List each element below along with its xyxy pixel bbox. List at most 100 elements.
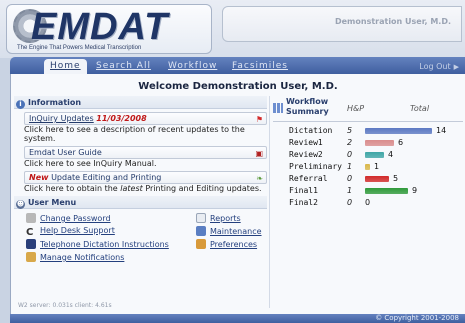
people-icon [26,252,36,262]
monitor-icon [196,226,206,236]
workflow-queue-name: Referral [289,174,328,183]
workflow-row[interactable]: Dictation 5 14 [270,125,465,137]
desc-text-post: Printing and Editing updates. [142,184,262,193]
desc-text-pre: Click here to obtain the [24,184,121,193]
home-panel: Welcome Demonstration User, M.D. i Inform… [10,74,465,314]
inquiry-updates-date: 11/03/2008 [96,114,147,123]
workflow-total-count: 6 [398,138,404,147]
users-icon: ☻ [16,200,25,209]
workflow-queue-name: Dictation [289,126,333,135]
workflow-hp-count: 0 [347,198,353,207]
workflow-total-count: 1 [374,162,380,171]
user-guide-description: Click here to see InQuiry Manual. [24,159,157,168]
user-box: Demonstration User, M.D. [222,6,462,42]
help-desk-link[interactable]: C Help Desk Support [26,226,115,238]
workflow-divider [273,121,463,122]
editing-update-link[interactable]: New Update Editing and Printing ❧ [24,171,267,184]
reports-link[interactable]: Reports [196,213,241,223]
chart-icon [196,213,206,223]
workflow-row[interactable]: Referral 0 5 [270,173,465,185]
workflow-total-bar [365,164,370,170]
workflow-total-bar [365,176,389,182]
desc-text-emphasis: latest [120,184,143,193]
workflow-queue-name: Review1 [289,138,323,147]
workflow-queue-name: Preliminary [289,162,342,171]
footer-bar: © Copyright 2001-2008 [10,314,465,323]
user-guide-link[interactable]: Emdat User Guide ▣ [24,146,267,159]
wrench-icon [196,239,206,249]
tab-home[interactable]: Home [44,59,87,74]
workflow-title-line2: Summary [286,107,329,116]
hp-column-header: H&P [347,104,365,113]
current-user: Demonstration User, M.D. [334,17,451,26]
copyright: © Copyright 2001-2008 [375,314,459,322]
workflow-row[interactable]: Final2 0 0 [270,197,465,209]
editing-update-description: Click here to obtain the latest Printing… [24,184,269,193]
workflow-row[interactable]: Review1 2 6 [270,137,465,149]
workflow-total-count: 9 [412,186,418,195]
workflow-total-bar [365,128,432,134]
information-header: i Information [14,96,267,109]
workflow-rows: Dictation 5 14 Review1 2 6 Review2 0 4 Preliminar… [270,125,465,209]
workflow-queue-name: Final2 [289,198,318,207]
user-menu-title: User Menu [28,198,77,207]
inquiry-updates-description: Click here to see a description of recen… [24,125,245,143]
logo-tagline: The Engine That Powers Medical Transcrip… [17,45,142,51]
phone-icon: C [26,227,34,238]
workflow-row[interactable]: Review2 0 4 [270,149,465,161]
maintenance-link[interactable]: Maintenance [196,226,262,236]
bar-chart-icon [273,103,283,113]
dictation-instructions-label: Telephone Dictation Instructions [40,240,169,249]
user-guide-label: Emdat User Guide [29,148,102,157]
preferences-link[interactable]: Preferences [196,239,257,249]
change-password-link[interactable]: Change Password [26,213,111,223]
workflow-total-count: 4 [388,150,394,159]
workflow-hp-count: 0 [347,174,353,183]
workflow-row[interactable]: Final1 1 9 [270,185,465,197]
reports-label: Reports [210,214,241,223]
workflow-hp-count: 2 [347,138,353,147]
nav-tabbar: Home Search All Workflow Facsimiles Log … [10,57,465,74]
workflow-title: Workflow Summary [286,97,329,117]
book-icon [26,239,36,249]
key-icon [26,213,36,223]
timing-status: W2 server: 0.031s client: 4.61s [18,302,112,309]
user-menu-header: ☻ User Menu [14,196,267,209]
workflow-hp-count: 0 [347,150,353,159]
pdf-icon: ▣ [255,149,263,158]
left-column: i Information InQuiry Updates 11/03/2008 … [14,96,267,269]
total-column-header: Total [410,104,430,113]
logout-link[interactable]: Log Out ▶ [419,59,459,75]
editing-update-label: Update Editing and Printing [51,173,162,182]
workflow-queue-name: Final1 [289,186,318,195]
workflow-total-count: 0 [365,198,371,207]
user-menu: Change Password C Help Desk Support Telep… [24,209,267,269]
workflow-summary: Workflow Summary H&P Total Dictation 5 14 R… [269,96,465,308]
maintenance-label: Maintenance [210,227,262,236]
page-title: Welcome Demonstration User, M.D. [138,81,338,92]
manage-notifications-label: Manage Notifications [40,253,125,262]
workflow-total-bar [365,188,408,194]
dictation-instructions-link[interactable]: Telephone Dictation Instructions [26,239,169,249]
tab-workflow[interactable]: Workflow [162,59,223,74]
workflow-total-bar [365,140,394,146]
workflow-total-bar [365,152,384,158]
workflow-hp-count: 1 [347,186,353,195]
app-header: EMDAT The Engine That Powers Medical Tra… [0,0,465,58]
inquiry-updates-link[interactable]: InQuiry Updates 11/03/2008 ⚑ [24,112,267,125]
info-icon: i [16,100,25,109]
emdat-logo: EMDAT The Engine That Powers Medical Tra… [6,4,212,54]
manage-notifications-link[interactable]: Manage Notifications [26,252,124,262]
tab-facsimiles[interactable]: Facsimiles [226,59,294,74]
leaf-icon: ❧ [256,174,263,183]
arrow-right-icon: ▶ [453,63,459,71]
new-badge: New [29,173,49,182]
workflow-header: Workflow Summary H&P Total [270,96,465,122]
workflow-row[interactable]: Preliminary 1 1 [270,161,465,173]
help-desk-label: Help Desk Support [40,226,115,235]
preferences-label: Preferences [210,240,258,249]
logo-text: EMDAT [31,6,169,48]
tab-search-all[interactable]: Search All [90,59,157,74]
workflow-hp-count: 5 [347,126,353,135]
flag-icon: ⚑ [255,115,263,124]
